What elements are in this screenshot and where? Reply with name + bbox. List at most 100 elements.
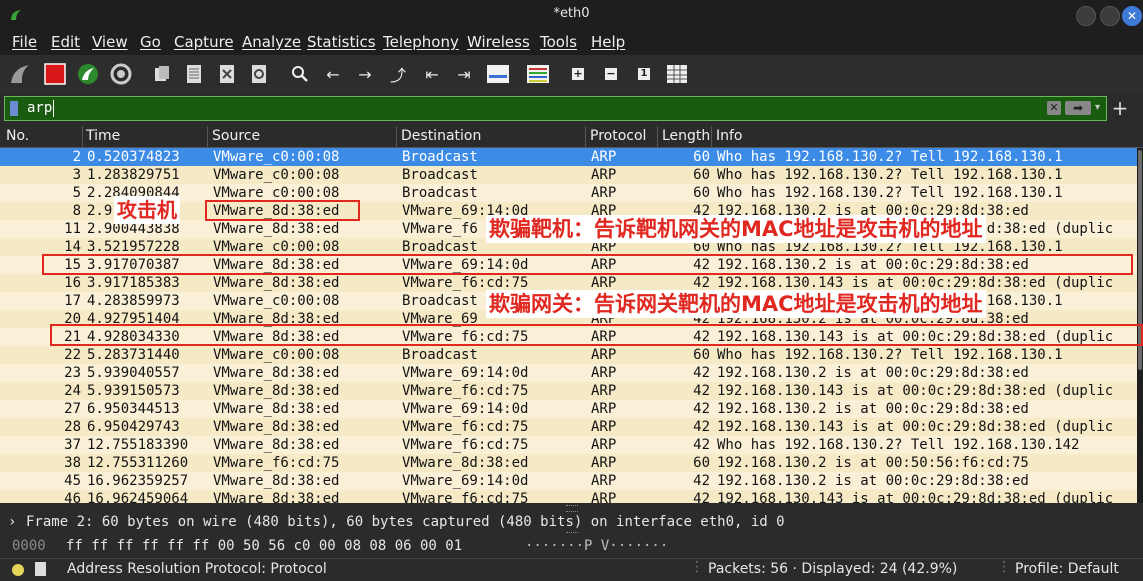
packet-time: 3.917185383 xyxy=(87,275,180,291)
selected-packet-row[interactable]: 2 0.520374823 VMware_c0:00:08 Broadcast ARP 6… xyxy=(0,148,1137,166)
reload-file-button[interactable] xyxy=(247,62,271,86)
column-time[interactable]: Time xyxy=(86,128,120,144)
find-packet-icon xyxy=(292,66,308,82)
column-divider[interactable] xyxy=(207,126,208,147)
menu-view[interactable]: View xyxy=(92,33,128,51)
zoom-in-button[interactable]: + xyxy=(566,62,590,86)
filter-history-dropdown[interactable]: ▾ xyxy=(1095,101,1105,115)
packet-row[interactable]: 28 6.950429743 VMware_8d:38:ed VMware_f6:cd… xyxy=(0,418,1137,436)
packet-source: VMware_8d:38:ed xyxy=(213,401,340,417)
maximize-icon xyxy=(1101,7,1119,25)
column-length[interactable]: Length xyxy=(662,128,710,144)
packet-destination: VMware_f6:cd:75 xyxy=(402,383,529,399)
resize-columns-icon xyxy=(667,65,687,83)
packet-row[interactable]: 22 5.283731440 VMware_c0:00:08 Broadcast ARP… xyxy=(0,346,1137,364)
add-filter-button[interactable]: + xyxy=(1110,96,1130,121)
autoscroll-icon xyxy=(487,65,509,83)
menu-tools[interactable]: Tools xyxy=(540,33,577,51)
first-packet-button[interactable]: ⇤ xyxy=(420,62,444,86)
column-divider[interactable] xyxy=(657,126,658,147)
column-divider[interactable] xyxy=(711,126,712,147)
packet-destination: VMware_69:14:0d xyxy=(402,401,529,417)
restart-capture-button[interactable] xyxy=(76,62,100,86)
packet-bytes-pane[interactable]: 0000 ff ff ff ff ff ff 00 50 56 c0 00 08… xyxy=(0,537,1143,557)
display-filter-bar[interactable]: arp ✕ ➡ ▾ xyxy=(4,96,1107,121)
pane-splitter[interactable] xyxy=(566,505,578,512)
save-file-button[interactable] xyxy=(182,62,206,86)
zoom-out-button[interactable]: − xyxy=(599,62,623,86)
expand-arrow-icon[interactable]: › xyxy=(8,514,16,530)
minimize-button[interactable] xyxy=(1076,6,1096,26)
clear-filter-button[interactable]: ✕ xyxy=(1047,101,1061,115)
menu-statistics[interactable]: Statistics xyxy=(307,33,376,51)
packet-row[interactable]: 38 12.755311260 VMware_f6:cd:75 VMware_8d:3… xyxy=(0,454,1137,472)
filter-bookmark-icon[interactable] xyxy=(10,101,18,116)
menu-bar: File Edit View Go Capture Analyze Statis… xyxy=(0,30,1143,55)
packet-row[interactable]: 46 16.962459064 VMware_8d:38:ed VMware_f6:c… xyxy=(0,490,1137,503)
packet-row[interactable]: 23 5.939040557 VMware_8d:38:ed VMware_69:14… xyxy=(0,364,1137,382)
menu-analyze[interactable]: Analyze xyxy=(242,33,301,51)
open-file-button[interactable] xyxy=(150,62,174,86)
packet-info: Who has 192.168.130.2? Tell 192.168.130.… xyxy=(717,347,1063,363)
menu-telephony[interactable]: Telephony xyxy=(383,33,459,51)
status-profile[interactable]: Profile: Default xyxy=(1015,561,1119,577)
status-divider: ⋮ xyxy=(997,559,1011,575)
packet-destination: VMware_69:14:0d xyxy=(402,473,529,489)
packet-protocol: ARP xyxy=(591,365,617,381)
packet-info: Who has 192.168.130.2? Tell 192.168.130.… xyxy=(717,167,1063,183)
packet-protocol: ARP xyxy=(591,149,617,165)
stop-capture-button[interactable] xyxy=(43,62,67,86)
packet-length: 60 xyxy=(693,149,710,165)
menu-file[interactable]: File xyxy=(12,33,37,51)
menu-help[interactable]: Help xyxy=(591,33,625,51)
maximize-button[interactable] xyxy=(1100,6,1120,26)
capture-options-button[interactable] xyxy=(109,62,133,86)
last-packet-button[interactable]: ⇥ xyxy=(452,62,476,86)
packet-row[interactable]: 27 6.950344513 VMware_8d:38:ed VMware_69:14… xyxy=(0,400,1137,418)
packet-no: 45 xyxy=(64,473,81,489)
go-to-packet-button[interactable]: ⤴ xyxy=(386,62,410,86)
find-packet-button[interactable] xyxy=(288,62,312,86)
packet-time: 16.962359257 xyxy=(87,473,189,489)
start-capture-button[interactable] xyxy=(8,62,32,86)
display-filter-input[interactable]: arp xyxy=(27,100,52,116)
menu-capture[interactable]: Capture xyxy=(174,33,234,51)
packet-row[interactable]: 45 16.962359257 VMware_8d:38:ed VMware_69:1… xyxy=(0,472,1137,490)
apply-filter-button[interactable]: ➡ xyxy=(1065,101,1091,115)
menu-edit[interactable]: Edit xyxy=(51,33,80,51)
menu-wireless[interactable]: Wireless xyxy=(467,33,530,51)
autoscroll-button[interactable] xyxy=(486,62,510,86)
packet-source: VMware_f6:cd:75 xyxy=(213,455,340,471)
column-destination[interactable]: Destination xyxy=(401,128,481,144)
menu-go[interactable]: Go xyxy=(140,33,161,51)
close-file-button[interactable] xyxy=(215,62,239,86)
expert-info-icon[interactable] xyxy=(12,564,24,576)
column-source[interactable]: Source xyxy=(212,128,260,144)
resize-columns-button[interactable] xyxy=(665,62,689,86)
packet-row[interactable]: 3 1.283829751 VMware_c0:00:08 Broadcast ARP 6… xyxy=(0,166,1137,184)
column-divider[interactable] xyxy=(396,126,397,147)
packet-row[interactable]: 24 5.939150573 VMware_8d:38:ed VMware_f6:cd… xyxy=(0,382,1137,400)
go-back-button[interactable]: ← xyxy=(321,62,345,86)
capture-comment-icon[interactable] xyxy=(35,562,46,576)
packet-details-pane[interactable]: › Frame 2: 60 bytes on wire (480 bits), … xyxy=(0,512,1143,534)
column-divider[interactable] xyxy=(585,126,586,147)
bytes-hex[interactable]: ff ff ff ff ff ff 00 50 56 c0 00 08 08 0… xyxy=(66,538,462,554)
packet-row[interactable]: 37 12.755183390 VMware_8d:38:ed VMware_f6:c… xyxy=(0,436,1137,454)
go-forward-button[interactable]: → xyxy=(353,62,377,86)
close-window-button[interactable]: ✕ xyxy=(1122,6,1142,26)
packet-source: VMware_c0:00:08 xyxy=(213,293,340,309)
packet-time: 4.283859973 xyxy=(87,293,180,309)
column-no[interactable]: No. xyxy=(6,128,29,144)
text-cursor xyxy=(53,100,54,117)
bytes-ascii[interactable]: ·······P V······· xyxy=(525,538,668,554)
column-protocol[interactable]: Protocol xyxy=(590,128,646,144)
packet-destination: VMware_f6:cd:75 xyxy=(402,419,529,435)
zoom-out-icon: − xyxy=(605,67,617,80)
frame-summary[interactable]: Frame 2: 60 bytes on wire (480 bits), 60… xyxy=(26,514,785,530)
packet-time: 16.962459064 xyxy=(87,491,189,503)
colorize-button[interactable] xyxy=(526,62,550,86)
column-divider[interactable] xyxy=(82,126,83,147)
normal-size-button[interactable]: 1 xyxy=(632,62,656,86)
column-info[interactable]: Info xyxy=(716,128,743,144)
